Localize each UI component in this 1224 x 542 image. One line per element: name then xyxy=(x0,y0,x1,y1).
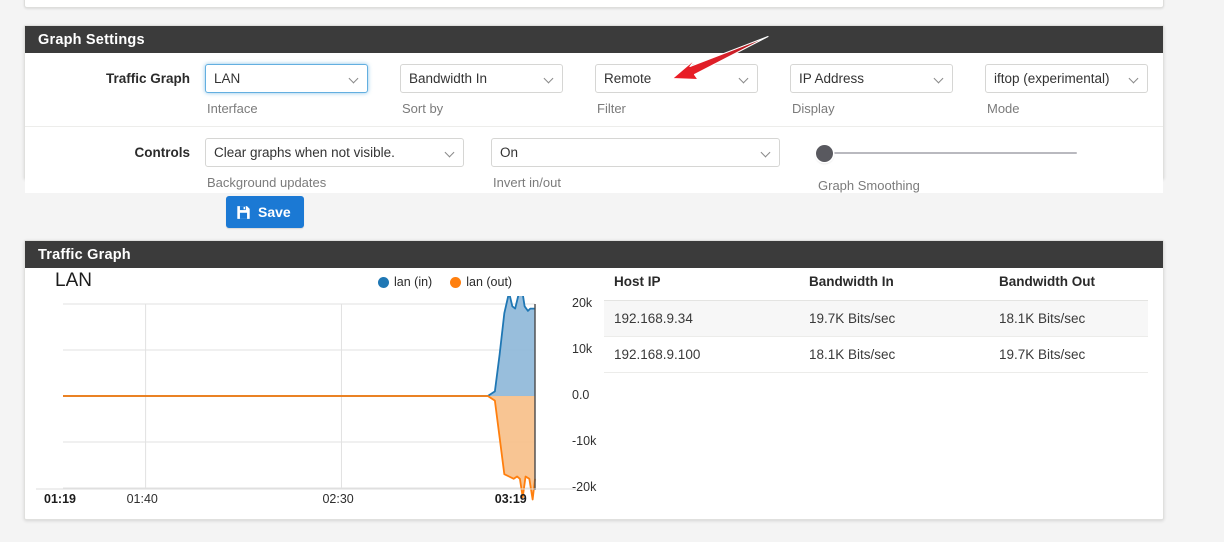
filter-caption: Filter xyxy=(597,101,626,116)
background-updates-caption: Background updates xyxy=(207,175,327,190)
mode-select[interactable]: iftop (experimental) xyxy=(985,64,1148,93)
page-root: Graph Settings Traffic Graph LAN Interfa… xyxy=(0,0,1224,542)
cell-host-ip: 192.168.9.34 xyxy=(604,300,799,337)
field-invert-in-out: On Invert in/out xyxy=(491,138,780,190)
mode-caption: Mode xyxy=(987,101,1020,116)
chart-interface-label: LAN xyxy=(55,270,92,291)
field-graph-smoothing: Graph Smoothing xyxy=(816,138,1086,193)
table-header-row: Host IP Bandwidth In Bandwidth Out xyxy=(604,270,1148,301)
field-filter: Remote Filter xyxy=(595,64,758,116)
sort-by-select[interactable]: Bandwidth In xyxy=(400,64,563,93)
chart-legend: lan (in) lan (out) xyxy=(378,275,512,289)
chart-x-tick: 02:30 xyxy=(322,492,354,506)
slider-thumb[interactable] xyxy=(816,145,833,162)
legend-dot-icon xyxy=(378,276,389,288)
interface-select[interactable]: LAN xyxy=(205,64,368,93)
table-row[interactable]: 192.168.9.100 18.1K Bits/sec 19.7K Bits/… xyxy=(604,336,1148,373)
save-button-label: Save xyxy=(258,204,291,220)
background-updates-select[interactable]: Clear graphs when not visible. xyxy=(205,138,464,167)
interface-caption: Interface xyxy=(207,101,258,116)
graph-settings-panel: Graph Settings Traffic Graph LAN Interfa… xyxy=(24,25,1164,193)
chart-x-tick: 03:19 xyxy=(494,492,527,506)
controls-row: Controls Clear graphs when not visible. … xyxy=(25,126,1163,193)
traffic-chart: 20k 10k 0.0 -10k -20k 01:19 01:40 02:30 03:19 xyxy=(36,287,596,516)
save-floppy-icon xyxy=(237,205,250,219)
save-button[interactable]: Save xyxy=(226,196,304,228)
sort-by-caption: Sort by xyxy=(402,101,444,116)
graph-smoothing-slider[interactable] xyxy=(816,138,1086,167)
table-header-host-ip: Host IP xyxy=(604,270,799,301)
table-row[interactable]: 192.168.9.34 19.7K Bits/sec 18.1K Bits/s… xyxy=(604,300,1148,337)
traffic-graph-row: Traffic Graph LAN Interface Bandwidth In… xyxy=(25,53,1163,116)
cell-bandwidth-out: 19.7K Bits/sec xyxy=(989,336,1148,373)
chart-y-tick: 0.0 xyxy=(572,388,590,402)
top-panel-stub xyxy=(24,0,1164,8)
cell-bandwidth-in: 19.7K Bits/sec xyxy=(799,300,989,337)
table-header-bandwidth-in: Bandwidth In xyxy=(799,270,989,301)
traffic-graph-panel-title: Traffic Graph xyxy=(25,241,1163,268)
legend-item-lan-out: lan (out) xyxy=(450,275,512,289)
chart-y-tick: 10k xyxy=(572,342,593,356)
graph-settings-title: Graph Settings xyxy=(25,26,1163,53)
cell-bandwidth-in: 18.1K Bits/sec xyxy=(799,336,989,373)
legend-item-lan-in: lan (in) xyxy=(378,275,432,289)
controls-row-label: Controls xyxy=(134,145,191,160)
graph-settings-body: Traffic Graph LAN Interface Bandwidth In… xyxy=(25,53,1163,193)
graph-smoothing-caption: Graph Smoothing xyxy=(818,178,920,193)
chart-y-tick: -20k xyxy=(572,480,597,494)
legend-dot-icon xyxy=(450,276,462,288)
filter-select[interactable]: Remote xyxy=(595,64,758,93)
invert-in-out-select[interactable]: On xyxy=(491,138,780,167)
chart-y-tick: 20k xyxy=(572,296,593,310)
field-interface: LAN Interface xyxy=(205,64,368,116)
cell-host-ip: 192.168.9.100 xyxy=(604,336,799,373)
field-mode: iftop (experimental) Mode xyxy=(985,64,1148,116)
cell-bandwidth-out: 18.1K Bits/sec xyxy=(989,300,1148,337)
traffic-graph-row-label: Traffic Graph xyxy=(105,71,190,86)
legend-label: lan (in) xyxy=(394,275,433,289)
display-select[interactable]: IP Address xyxy=(790,64,953,93)
slider-track xyxy=(825,152,1077,154)
field-sort-by: Bandwidth In Sort by xyxy=(400,64,563,116)
chart-plot-area xyxy=(36,287,576,501)
chart-y-tick: -10k xyxy=(572,434,597,448)
chart-x-tick: 01:19 xyxy=(44,492,76,506)
field-display: IP Address Display xyxy=(790,64,953,116)
chart-x-tick: 01:40 xyxy=(126,492,158,506)
legend-label: lan (out) xyxy=(466,275,513,289)
field-background-updates: Clear graphs when not visible. Backgroun… xyxy=(205,138,464,190)
hosts-table: Host IP Bandwidth In Bandwidth Out 192.1… xyxy=(604,270,1148,373)
table-header-bandwidth-out: Bandwidth Out xyxy=(989,270,1148,301)
invert-in-out-caption: Invert in/out xyxy=(493,175,561,190)
display-caption: Display xyxy=(792,101,835,116)
